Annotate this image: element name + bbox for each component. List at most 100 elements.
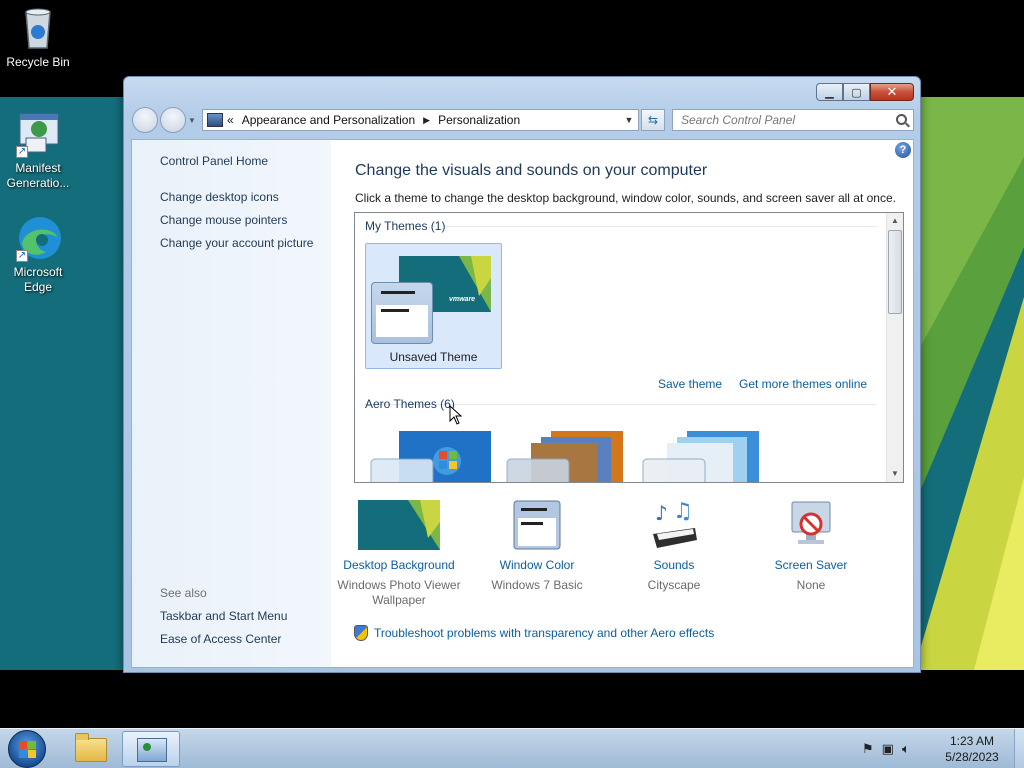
svg-text:♪: ♪ xyxy=(655,501,668,525)
ease-of-access-link[interactable]: Ease of Access Center xyxy=(160,632,281,646)
clock[interactable]: 1:23 AM 5/28/2023 xyxy=(930,733,1014,765)
action-center-flag-icon[interactable]: ⚑ xyxy=(862,741,874,757)
desktop-icon-manifest[interactable]: ↗ Manifest Generatio... xyxy=(0,110,76,191)
change-desktop-icons-link[interactable]: Change desktop icons xyxy=(160,190,279,204)
desktop-background-icon xyxy=(358,500,440,550)
change-mouse-pointers-link[interactable]: Change mouse pointers xyxy=(160,213,287,227)
refresh-button[interactable]: ⇆ xyxy=(641,109,665,131)
forward-button[interactable] xyxy=(160,107,186,133)
application-icon: ↗ xyxy=(14,110,62,158)
control-panel-home-link[interactable]: Control Panel Home xyxy=(160,154,268,168)
minimize-icon: ▁ xyxy=(825,86,834,99)
aero-themes-heading: Aero Themes (6) xyxy=(365,397,455,411)
main-panel: ? Change the visuals and sounds on your … xyxy=(331,140,913,667)
option-value: Windows Photo Viewer Wallpaper xyxy=(337,578,461,607)
system-tray: ⚑ ▣ 🔈︎ xyxy=(862,741,910,757)
desktop: Recycle Bin ↗ Manifest Generatio... ↗ Mi… xyxy=(0,0,1024,728)
caption-buttons: ▁ ▢ ✕ xyxy=(816,83,914,101)
option-name[interactable]: Window Color xyxy=(469,558,605,573)
clock-time: 1:23 AM xyxy=(949,734,995,748)
windows-logo-icon xyxy=(19,741,36,758)
option-value: Cityscape xyxy=(647,578,701,592)
windows-7-theme-thumbnail xyxy=(370,431,491,482)
shield-icon xyxy=(354,625,368,641)
characters-theme-thumbnail xyxy=(642,431,759,482)
volume-icon[interactable]: 🔈︎ xyxy=(902,741,910,757)
taskbar-control-panel-button[interactable] xyxy=(122,731,180,767)
maximize-button[interactable]: ▢ xyxy=(843,83,870,101)
breadcrumb-separator-icon[interactable]: ▶ xyxy=(423,115,430,126)
troubleshoot-text[interactable]: Troubleshoot problems with transparency … xyxy=(374,626,714,640)
option-sounds[interactable]: ♪ ♫ Sounds Cityscape xyxy=(606,499,742,593)
see-also-heading: See also xyxy=(160,586,207,600)
navigation-bar: ▼ « Appearance and Personalization ▶ Per… xyxy=(132,107,914,133)
option-value: None xyxy=(796,578,826,592)
recent-pages-dropdown[interactable]: ▼ xyxy=(188,116,196,125)
my-themes-heading: My Themes (1) xyxy=(365,219,446,233)
troubleshoot-link[interactable]: Troubleshoot problems with transparency … xyxy=(354,625,714,641)
scroll-up-icon[interactable]: ▲ xyxy=(887,213,903,229)
close-icon: ✕ xyxy=(886,84,898,99)
architecture-theme-thumbnail xyxy=(506,431,623,482)
close-button[interactable]: ✕ xyxy=(870,83,914,101)
desktop-icon-recycle-bin[interactable]: Recycle Bin xyxy=(0,4,76,70)
sounds-icon: ♪ ♫ xyxy=(649,499,699,550)
back-button[interactable] xyxy=(132,107,158,133)
search-placeholder: Search Control Panel xyxy=(681,113,796,127)
theme-unsaved-label: Unsaved Theme xyxy=(389,350,478,364)
address-bar[interactable]: « Appearance and Personalization ▶ Perso… xyxy=(202,109,639,131)
scrollbar-thumb[interactable] xyxy=(888,230,902,314)
control-panel-icon xyxy=(137,738,167,762)
option-desktop-background[interactable]: Desktop Background Windows Photo Viewer … xyxy=(331,500,467,608)
desktop-icon-label: Microsoft Edge xyxy=(13,265,63,294)
option-name[interactable]: Desktop Background xyxy=(331,558,467,573)
svg-text:♫: ♫ xyxy=(673,500,693,524)
desktop-icon-label: Recycle Bin xyxy=(6,55,70,69)
control-panel-icon xyxy=(207,113,223,127)
start-button[interactable] xyxy=(8,730,46,768)
desktop-icon-label: Manifest Generatio... xyxy=(6,161,70,190)
folder-icon xyxy=(75,733,107,762)
breadcrumb-overflow[interactable]: « xyxy=(227,113,234,127)
help-icon[interactable]: ? xyxy=(895,142,911,158)
window-color-icon xyxy=(513,500,561,550)
change-account-picture-link[interactable]: Change your account picture xyxy=(160,236,313,250)
theme-unsaved[interactable]: vmware Unsaved Theme xyxy=(365,243,502,369)
screen-saver-icon xyxy=(786,500,836,550)
breadcrumb-appearance[interactable]: Appearance and Personalization xyxy=(242,113,415,127)
group-divider xyxy=(445,226,877,227)
clock-date: 5/28/2023 xyxy=(945,750,999,764)
themes-list[interactable]: My Themes (1) vmware Unsaved Theme Save … xyxy=(354,212,904,483)
page-description: Click a theme to change the desktop back… xyxy=(355,191,896,205)
window-content: Control Panel Home Change desktop icons … xyxy=(131,139,914,668)
aero-theme-characters[interactable] xyxy=(641,429,771,482)
breadcrumb-personalization[interactable]: Personalization xyxy=(438,113,520,127)
show-desktop-button[interactable] xyxy=(1014,729,1024,768)
scroll-down-icon[interactable]: ▼ xyxy=(887,466,903,482)
search-icon[interactable] xyxy=(896,114,907,125)
theme-window-color-thumbnail xyxy=(371,282,433,344)
option-value: Windows 7 Basic xyxy=(491,578,583,592)
recycle-bin-icon xyxy=(14,4,62,52)
themes-scrollbar[interactable]: ▲ ▼ xyxy=(886,213,903,482)
aero-theme-architecture[interactable] xyxy=(505,429,635,482)
address-dropdown-icon[interactable]: ▼ xyxy=(620,115,638,125)
aero-theme-windows-7[interactable] xyxy=(369,429,499,482)
refresh-icon: ⇆ xyxy=(647,113,659,127)
search-input[interactable]: Search Control Panel xyxy=(672,109,914,131)
page-title: Change the visuals and sounds on your co… xyxy=(355,162,708,179)
network-icon[interactable]: ▣ xyxy=(882,741,894,757)
save-theme-link[interactable]: Save theme xyxy=(658,377,722,391)
personalization-window: ▁ ▢ ✕ ▼ « Appearance and Personalization… xyxy=(123,76,921,673)
option-name[interactable]: Sounds xyxy=(606,558,742,573)
taskbar-explorer-button[interactable] xyxy=(62,731,120,767)
get-more-themes-link[interactable]: Get more themes online xyxy=(739,377,867,391)
desktop-icon-edge[interactable]: ↗ Microsoft Edge xyxy=(0,214,76,295)
option-name[interactable]: Screen Saver xyxy=(743,558,879,573)
option-window-color[interactable]: Window Color Windows 7 Basic xyxy=(469,500,605,593)
option-screen-saver[interactable]: Screen Saver None xyxy=(743,500,879,593)
taskbar: ⚑ ▣ 🔈︎ 1:23 AM 5/28/2023 xyxy=(0,728,1024,768)
sidebar: Control Panel Home Change desktop icons … xyxy=(132,140,331,667)
taskbar-start-menu-link[interactable]: Taskbar and Start Menu xyxy=(160,609,287,623)
minimize-button[interactable]: ▁ xyxy=(816,83,843,101)
